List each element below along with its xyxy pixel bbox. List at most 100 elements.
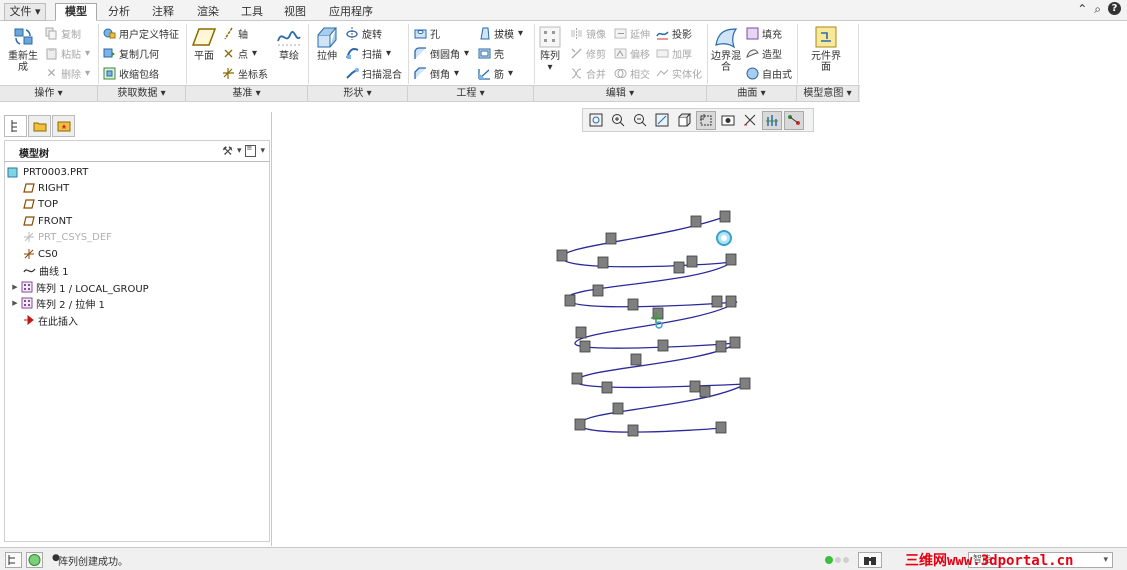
- pattern-label: 阵列: [540, 51, 560, 62]
- solidify-button[interactable]: 实体化: [656, 66, 702, 81]
- rib-button[interactable]: 筋 ▾: [478, 66, 513, 81]
- draft-button[interactable]: 拔模 ▾: [478, 26, 523, 41]
- tree-node-right[interactable]: RIGHT: [23, 180, 69, 196]
- expand-arrow-icon[interactable]: ▶: [9, 283, 21, 291]
- project-button[interactable]: 投影: [656, 26, 692, 41]
- tree-node-pattern2[interactable]: ▶ 阵列 2 / 拉伸 1: [9, 295, 105, 311]
- copy-button[interactable]: 复制: [45, 26, 81, 41]
- sketch-label: 草绘: [279, 51, 299, 62]
- sketch-button[interactable]: 草绘: [274, 25, 304, 62]
- paste-button[interactable]: 粘贴 ▾: [45, 46, 90, 61]
- shell-icon: [478, 48, 491, 59]
- tab-model-tree[interactable]: [4, 115, 27, 137]
- sweep-label: 扫描: [362, 50, 382, 61]
- sweep-button[interactable]: 扫描 ▾: [346, 46, 391, 61]
- tab-render[interactable]: 渲染: [188, 3, 228, 21]
- trim-button[interactable]: 修剪: [570, 46, 606, 61]
- group-model-intent[interactable]: 模型意图 ▾: [797, 86, 859, 101]
- tab-analysis[interactable]: 分析: [99, 3, 139, 21]
- tree-node-cs0[interactable]: CS0: [23, 246, 58, 262]
- tab-annotate[interactable]: 注释: [143, 3, 183, 21]
- intersect-button[interactable]: 相交: [614, 66, 650, 81]
- mirror-button[interactable]: 镜像: [570, 26, 606, 41]
- tree-node-label: PRT0003.PRT: [23, 166, 89, 178]
- tree-filters-icon[interactable]: ≡: [245, 145, 257, 157]
- model-tree-header: 模型树 ⚒ ▾ ≡ ▾: [4, 140, 270, 162]
- help-icon[interactable]: ?: [1108, 2, 1121, 15]
- group-operations[interactable]: 操作 ▾: [0, 86, 98, 101]
- tab-view[interactable]: 视图: [275, 3, 315, 21]
- extrude-button[interactable]: 拉伸: [312, 25, 342, 62]
- extend-icon: [614, 28, 627, 39]
- tree-node-prt-csys-def[interactable]: PRT_CSYS_DEF: [23, 229, 112, 245]
- thicken-button[interactable]: 加厚: [656, 46, 692, 61]
- shell-label: 壳: [494, 50, 504, 61]
- freestyle-label: 自由式: [762, 70, 792, 81]
- tab-tools[interactable]: 工具: [232, 3, 272, 21]
- find-button[interactable]: [858, 552, 882, 568]
- model-tree-title: 模型树: [19, 149, 49, 160]
- datum-plane-icon: [23, 183, 35, 193]
- curve-icon: [23, 268, 36, 273]
- hole-button[interactable]: 孔: [414, 26, 440, 41]
- search-icon[interactable]: ⌕: [1094, 2, 1101, 17]
- delete-button[interactable]: ✕ 删除 ▾: [45, 66, 90, 81]
- tree-node-insert-here[interactable]: 在此插入: [23, 312, 78, 328]
- tree-node-curve1[interactable]: 曲线 1: [23, 262, 69, 278]
- udf-button[interactable]: 用户定义特征: [103, 26, 179, 41]
- tree-settings-icon[interactable]: ⚒: [222, 144, 233, 158]
- merge-button[interactable]: 合并: [570, 66, 606, 81]
- point-button[interactable]: 点 ▾: [222, 46, 257, 61]
- tree-node-top[interactable]: TOP: [23, 196, 58, 212]
- plane-button[interactable]: 平面: [190, 25, 218, 62]
- regenerate-button[interactable]: 重新生成: [6, 25, 40, 73]
- fill-button[interactable]: 填充: [746, 26, 782, 41]
- graphics-window[interactable]: [273, 103, 1127, 547]
- tab-applications[interactable]: 应用程序: [318, 3, 384, 21]
- tab-file[interactable]: 文件 ▾: [4, 3, 46, 21]
- copy-label: 复制: [61, 30, 81, 41]
- swept-blend-button[interactable]: 扫描混合: [346, 66, 402, 81]
- round-button[interactable]: 倒圆角 ▾: [414, 46, 469, 61]
- tab-model[interactable]: 模型: [55, 3, 97, 21]
- csys-button[interactable]: 坐标系: [222, 66, 268, 81]
- style-button[interactable]: 造型: [746, 46, 782, 61]
- offset-label: 偏移: [630, 50, 650, 61]
- boundary-blend-button[interactable]: 边界混合: [710, 25, 742, 73]
- component-interface-button[interactable]: 元件界面: [808, 25, 844, 73]
- group-engineering[interactable]: 工程 ▾: [408, 86, 534, 101]
- tree-node-part[interactable]: PRT0003.PRT: [5, 164, 88, 180]
- tree-node-pattern1[interactable]: ▶ 阵列 1 / LOCAL_GROUP: [9, 279, 149, 295]
- favorites-icon: [57, 121, 70, 132]
- group-datum[interactable]: 基准 ▾: [186, 86, 308, 101]
- divider: [797, 24, 798, 84]
- freestyle-button[interactable]: 自由式: [746, 66, 792, 81]
- shrinkwrap-button[interactable]: 收缩包络: [103, 66, 159, 81]
- shell-button[interactable]: 壳: [478, 46, 504, 61]
- paste-icon: [46, 48, 57, 60]
- group-shapes[interactable]: 形状 ▾: [308, 86, 408, 101]
- copy-geometry-label: 复制几何: [119, 50, 159, 61]
- group-get-data[interactable]: 获取数据 ▾: [98, 86, 186, 101]
- expand-arrow-icon[interactable]: ▶: [9, 299, 21, 307]
- copy-geometry-button[interactable]: 复制几何: [103, 46, 159, 61]
- group-editing[interactable]: 编辑 ▾: [534, 86, 707, 101]
- browser-toggle-button[interactable]: [26, 552, 43, 568]
- collapse-ribbon-icon[interactable]: ⌃: [1077, 2, 1087, 17]
- tab-folder-browser[interactable]: [28, 115, 51, 137]
- ribbon-group-labels: 操作 ▾ 获取数据 ▾ 基准 ▾ 形状 ▾ 工程 ▾ 编辑 ▾ 曲面 ▾ 模型意…: [0, 85, 860, 102]
- tree-node-front[interactable]: FRONT: [23, 213, 72, 229]
- tree-node-label: TOP: [38, 198, 59, 210]
- regen-status-icon: [825, 556, 849, 564]
- thicken-icon: [656, 49, 669, 58]
- chamfer-button[interactable]: 倒角 ▾: [414, 66, 459, 81]
- extend-button[interactable]: 延伸: [614, 26, 650, 41]
- group-surfaces[interactable]: 曲面 ▾: [707, 86, 797, 101]
- revolve-button[interactable]: 旋转: [346, 26, 382, 41]
- delete-icon: ✕: [46, 66, 57, 80]
- axis-button[interactable]: 轴: [222, 26, 248, 41]
- pattern-button[interactable]: 阵列 ▾: [536, 25, 564, 73]
- offset-button[interactable]: 偏移: [614, 46, 650, 61]
- navigator-toggle-button[interactable]: [5, 552, 22, 568]
- tab-favorites[interactable]: [52, 115, 75, 137]
